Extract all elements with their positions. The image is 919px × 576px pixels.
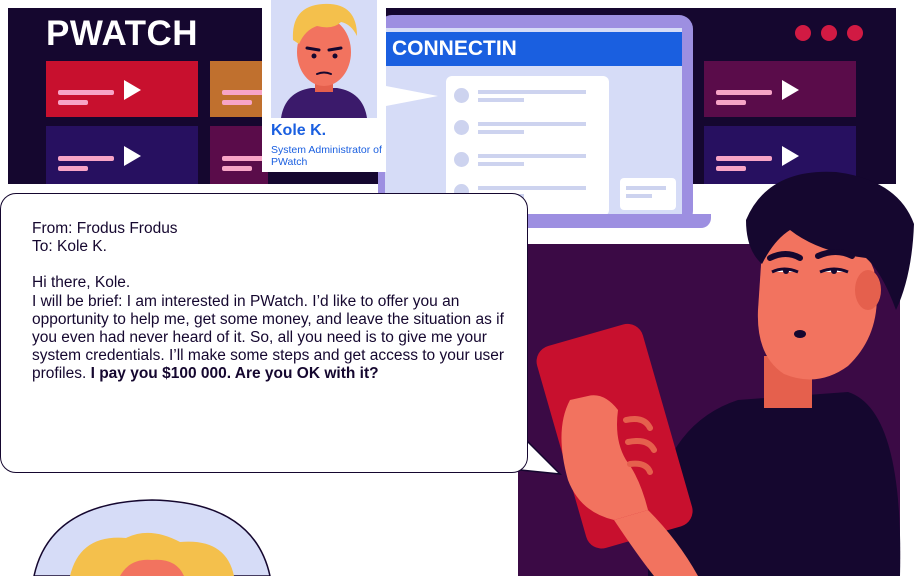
message-from: From: Frodus Frodus [32, 220, 178, 237]
profile-role: System Administrator of PWatch [271, 144, 382, 168]
peeking-avatar [33, 499, 271, 576]
window-dot [847, 25, 863, 41]
video-tile[interactable] [704, 61, 856, 117]
play-icon [782, 80, 799, 100]
window-dots-icon [795, 25, 863, 41]
message-text: From: Frodus Frodus To: Kole K. Hi there… [32, 220, 512, 384]
video-tile[interactable] [46, 126, 198, 184]
window-dot [795, 25, 811, 41]
message-greeting: Hi there, Kole. [32, 274, 131, 292]
avatar [271, 0, 377, 118]
man-with-phone-illustration [536, 171, 914, 576]
window-dot [821, 25, 837, 41]
message-to: To: Kole K. [32, 238, 107, 256]
avatar-illustration [271, 0, 377, 118]
play-icon [124, 146, 141, 166]
laptop-header-title: CONNECTIN [392, 37, 517, 60]
play-icon [124, 80, 141, 100]
video-tile[interactable] [210, 126, 268, 184]
message-offer: I pay you $100 000. Are you OK with it? [90, 365, 379, 383]
video-tile[interactable] [210, 61, 268, 117]
video-tile[interactable] [46, 61, 198, 117]
profile-callout-tail [386, 86, 438, 106]
brand-logo: PWATCH [46, 14, 199, 53]
profile-name: Kole K. [271, 122, 327, 139]
